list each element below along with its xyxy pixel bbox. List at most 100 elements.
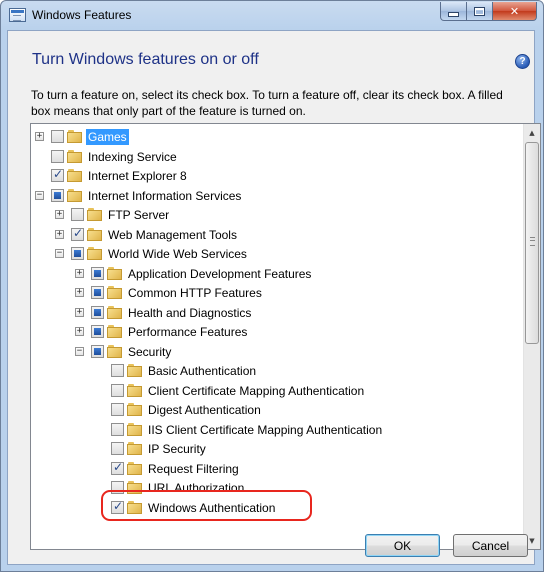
expand-icon[interactable]: +	[55, 210, 64, 219]
folder-icon	[107, 344, 123, 359]
feature-label[interactable]: Indexing Service	[86, 149, 179, 165]
feature-row[interactable]: − World Wide Web Services	[31, 245, 521, 263]
feature-label[interactable]: Internet Explorer 8	[86, 168, 189, 184]
folder-icon	[127, 383, 143, 398]
collapse-icon[interactable]: −	[75, 346, 84, 356]
expand-icon[interactable]: +	[55, 229, 64, 239]
folder-icon	[127, 461, 143, 476]
feature-row[interactable]: Indexing Service	[31, 148, 521, 166]
scroll-up-arrow-icon[interactable]: ▲	[524, 124, 540, 141]
feature-row[interactable]: + Games	[31, 128, 521, 146]
feature-checkbox[interactable]	[111, 442, 124, 455]
vertical-scrollbar[interactable]: ▲ ▼	[523, 124, 540, 549]
ok-button[interactable]: OK	[365, 534, 440, 557]
feature-checkbox[interactable]	[91, 286, 104, 299]
feature-checkbox[interactable]	[91, 325, 104, 338]
title-bar[interactable]: Windows Features ✕	[1, 1, 543, 31]
feature-label[interactable]: World Wide Web Services	[106, 246, 249, 262]
scrollbar-thumb[interactable]	[525, 142, 539, 344]
feature-checkbox[interactable]	[111, 422, 124, 436]
feature-checkbox[interactable]	[111, 364, 124, 377]
feature-checkbox[interactable]	[51, 149, 64, 163]
expand-icon[interactable]: +	[75, 268, 84, 278]
grip-icon	[530, 237, 535, 246]
folder-icon	[127, 422, 143, 437]
minimize-button[interactable]	[440, 2, 467, 21]
expand-icon[interactable]: +	[75, 307, 84, 317]
feature-label[interactable]: Request Filtering	[146, 461, 241, 477]
feature-row[interactable]: Basic Authentication	[31, 362, 521, 380]
feature-label[interactable]: Internet Information Services	[86, 188, 243, 204]
feature-checkbox[interactable]	[51, 130, 64, 143]
feature-checkbox[interactable]	[111, 383, 124, 397]
features-tree[interactable]: + Games Indexing Service Internet Explorer …	[30, 123, 541, 550]
folder-icon	[127, 403, 143, 417]
highlight-ring	[101, 490, 312, 521]
collapse-icon[interactable]: −	[55, 249, 64, 258]
feature-row[interactable]: − Security	[31, 343, 521, 361]
expand-icon[interactable]: +	[35, 132, 44, 141]
expand-icon[interactable]: +	[75, 327, 84, 336]
instructions-text: To turn a feature on, select its check b…	[31, 88, 503, 118]
maximize-icon	[474, 6, 485, 16]
feature-row[interactable]: + Application Development Features	[31, 265, 521, 283]
feature-checkbox[interactable]	[91, 305, 104, 319]
feature-label[interactable]: Digest Authentication	[146, 402, 263, 418]
close-button[interactable]: ✕	[493, 2, 537, 21]
feature-row[interactable]: + FTP Server	[31, 206, 521, 224]
feature-label[interactable]: Games	[86, 129, 129, 145]
feature-label[interactable]: Application Development Features	[126, 266, 313, 282]
feature-row[interactable]: + Performance Features	[31, 323, 521, 341]
feature-checkbox[interactable]	[51, 188, 64, 202]
folder-icon	[87, 208, 103, 222]
feature-checkbox[interactable]	[91, 344, 104, 358]
feature-row[interactable]: IIS Client Certificate Mapping Authentic…	[31, 421, 521, 439]
feature-checkbox[interactable]	[71, 208, 84, 221]
folder-icon	[67, 130, 83, 144]
feature-label[interactable]: Health and Diagnostics	[126, 305, 253, 321]
window-title: Windows Features	[32, 8, 132, 22]
feature-checkbox[interactable]	[111, 403, 124, 416]
feature-label[interactable]: Security	[126, 344, 173, 360]
folder-icon	[127, 364, 143, 378]
folder-icon	[107, 286, 123, 300]
folder-icon	[67, 169, 83, 183]
close-icon: ✕	[509, 4, 520, 18]
expand-icon[interactable]: +	[75, 288, 84, 297]
page-title: Turn Windows features on or off	[32, 51, 259, 68]
maximize-button[interactable]	[467, 2, 493, 21]
feature-row[interactable]: + Health and Diagnostics	[31, 304, 521, 322]
feature-row[interactable]: IP Security	[31, 440, 521, 458]
folder-icon	[107, 266, 123, 281]
feature-checkbox[interactable]	[91, 266, 104, 280]
feature-row[interactable]: Client Certificate Mapping Authenticatio…	[31, 382, 521, 400]
feature-checkbox[interactable]	[51, 167, 64, 182]
feature-row[interactable]: Digest Authentication	[31, 401, 521, 419]
feature-label[interactable]: Performance Features	[126, 324, 249, 340]
help-icon[interactable]: ?	[515, 54, 530, 69]
folder-icon	[127, 442, 143, 456]
feature-label[interactable]: IIS Client Certificate Mapping Authentic…	[146, 422, 384, 438]
feature-checkbox[interactable]	[111, 460, 124, 475]
feature-label[interactable]: Web Management Tools	[106, 227, 239, 243]
feature-label[interactable]: Common HTTP Features	[126, 285, 264, 301]
feature-label[interactable]: Client Certificate Mapping Authenticatio…	[146, 383, 366, 399]
folder-icon	[107, 325, 123, 339]
feature-checkbox[interactable]	[71, 247, 84, 260]
feature-row[interactable]: − Internet Information Services	[31, 187, 521, 205]
feature-row[interactable]: Request Filtering	[31, 460, 521, 478]
feature-label[interactable]: Basic Authentication	[146, 363, 258, 379]
folder-icon	[87, 247, 103, 261]
folder-icon	[67, 188, 83, 203]
collapse-icon[interactable]: −	[35, 190, 44, 200]
folder-icon	[87, 227, 103, 242]
feature-label[interactable]: IP Security	[146, 441, 208, 457]
folder-icon	[67, 149, 83, 164]
feature-checkbox[interactable]	[71, 226, 84, 241]
windows-features-icon	[9, 8, 26, 22]
feature-row[interactable]: + Web Management Tools	[31, 226, 521, 244]
cancel-button[interactable]: Cancel	[453, 534, 528, 557]
feature-row[interactable]: Internet Explorer 8	[31, 167, 521, 185]
feature-label[interactable]: FTP Server	[106, 207, 171, 223]
feature-row[interactable]: + Common HTTP Features	[31, 284, 521, 302]
